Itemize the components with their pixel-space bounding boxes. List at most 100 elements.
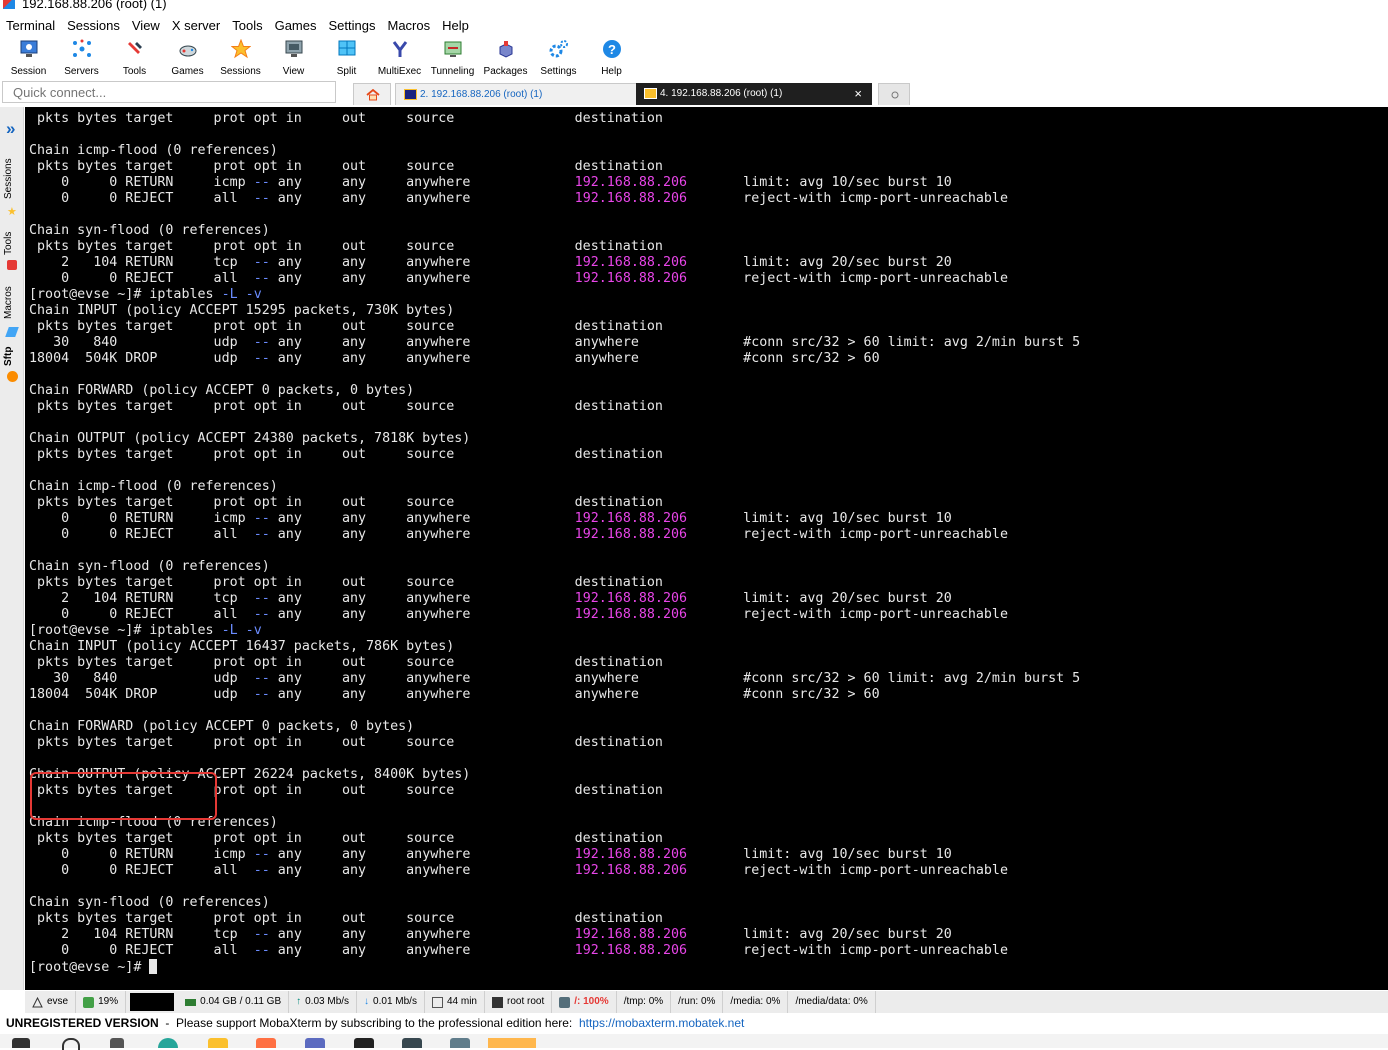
- status-upload: ↑ 0.03 Mb/s: [289, 991, 358, 1013]
- view-button[interactable]: View: [267, 37, 320, 79]
- status-uptime-text: 44 min: [446, 996, 477, 1007]
- unregistered-version-label: UNREGISTERED VERSION: [6, 1016, 159, 1030]
- menu-terminal[interactable]: Terminal: [0, 16, 61, 36]
- multiexec-button[interactable]: MultiExec: [373, 37, 426, 79]
- session-button[interactable]: Session: [2, 37, 55, 79]
- edge-browser-icon[interactable]: [158, 1038, 178, 1048]
- tab-session-4[interactable]: 4. 192.168.88.206 (root) (1) ×: [636, 83, 872, 105]
- tab-session-4-label: 4. 192.168.88.206 (root) (1): [660, 88, 783, 99]
- sidebar-tab-tools[interactable]: Tools: [3, 228, 21, 258]
- footer-separator: -: [165, 1016, 170, 1030]
- sidebar-tab-sessions-label: Sessions: [3, 158, 14, 200]
- sftp-icon: [7, 371, 18, 382]
- toolbar: Session Servers Tools Games Sessions Vie…: [0, 37, 1388, 79]
- status-disk-tmp: /tmp: 0%: [617, 991, 672, 1013]
- task-view-icon[interactable]: [110, 1038, 124, 1048]
- mobaxterm-taskbar-icon[interactable]: [488, 1038, 536, 1048]
- help-button[interactable]: ? Help: [585, 37, 638, 79]
- menu-sessions[interactable]: Sessions: [61, 16, 126, 36]
- app-icon[interactable]: [450, 1038, 470, 1048]
- settings-gear-icon: [549, 39, 569, 59]
- tab-home[interactable]: [353, 83, 391, 105]
- terminal-app-icon[interactable]: [354, 1038, 374, 1048]
- tools-icon: [7, 260, 17, 270]
- status-cpu: 19%: [76, 991, 127, 1013]
- close-tab-icon[interactable]: ×: [854, 83, 862, 105]
- tab-session-2[interactable]: 2. 192.168.88.206 (root) (1): [395, 83, 639, 105]
- status-memory: 0.04 GB / 0.11 GB: [178, 991, 290, 1013]
- sidebar-tab-macros[interactable]: Macros: [3, 283, 21, 323]
- session-button-label: Session: [10, 66, 47, 77]
- view-icon: [284, 39, 304, 59]
- tunneling-button-label: Tunneling: [430, 66, 475, 77]
- menu-bar: Terminal Sessions View X server Tools Ga…: [0, 16, 1388, 36]
- search-icon[interactable]: [62, 1038, 80, 1050]
- quick-connect-input[interactable]: [2, 81, 336, 103]
- status-disk-root-text: /: 100%: [574, 996, 609, 1007]
- server-icon: [32, 996, 43, 1007]
- svg-text:?: ?: [608, 42, 616, 57]
- macros-icon: [5, 327, 19, 337]
- status-uptime: 44 min: [425, 991, 485, 1013]
- menu-settings[interactable]: Settings: [323, 16, 382, 36]
- servers-button[interactable]: Servers: [55, 37, 108, 79]
- highlight-annotation-box: [30, 772, 217, 820]
- status-memory-text: 0.04 GB / 0.11 GB: [200, 996, 282, 1007]
- packages-button[interactable]: Packages: [479, 37, 532, 79]
- sessions-star-icon: ★: [7, 206, 17, 218]
- split-icon: [337, 39, 357, 59]
- tools-button[interactable]: Tools: [108, 37, 161, 79]
- servers-button-label: Servers: [64, 66, 99, 77]
- sidebar-tab-sftp-label: Sftp: [3, 346, 14, 366]
- status-upload-text: 0.03 Mb/s: [305, 996, 350, 1007]
- tab-bar: 2. 192.168.88.206 (root) (1) 4. 192.168.…: [340, 83, 1388, 107]
- footer-message: Please support MobaXterm by subscribing …: [176, 1016, 573, 1030]
- sidebar-tab-tools-label: Tools: [3, 231, 14, 255]
- file-explorer-icon[interactable]: [208, 1038, 228, 1048]
- settings-button-label: Settings: [540, 66, 577, 77]
- tab-session-2-label: 2. 192.168.88.206 (root) (1): [420, 89, 543, 100]
- new-tab-button[interactable]: [878, 83, 910, 105]
- help-button-label: Help: [601, 66, 622, 77]
- disk-icon: [559, 996, 571, 1008]
- split-button[interactable]: Split: [320, 37, 373, 79]
- help-icon: ?: [602, 39, 622, 59]
- menu-games[interactable]: Games: [269, 16, 323, 36]
- terminal-tab-icon: [404, 88, 417, 100]
- app-icon[interactable]: [305, 1038, 325, 1048]
- status-download-text: 0.01 Mb/s: [373, 996, 417, 1007]
- status-user-text: root root: [506, 996, 545, 1007]
- status-disk-media-data: /media/data: 0%: [788, 991, 876, 1013]
- menu-tools[interactable]: Tools: [226, 16, 268, 36]
- games-button[interactable]: Games: [161, 37, 214, 79]
- upload-arrow-icon: ↑: [296, 996, 302, 1007]
- settings-button[interactable]: Settings: [532, 37, 585, 79]
- menu-view[interactable]: View: [126, 16, 166, 36]
- download-arrow-icon: ↓: [364, 996, 370, 1007]
- sessions-button[interactable]: Sessions: [214, 37, 267, 79]
- tunneling-button[interactable]: Tunneling: [426, 37, 479, 79]
- menu-help[interactable]: Help: [436, 16, 475, 36]
- start-windows-icon[interactable]: [12, 1038, 30, 1048]
- menu-x-server[interactable]: X server: [166, 16, 226, 36]
- sidebar-tab-sessions[interactable]: Sessions: [3, 155, 21, 203]
- split-button-label: Split: [336, 66, 357, 77]
- uptime-monitor-icon: [431, 996, 443, 1008]
- footer-link[interactable]: https://mobaxterm.mobatek.net: [579, 1016, 744, 1030]
- multiexec-icon: [390, 39, 410, 59]
- app-icon[interactable]: [256, 1038, 276, 1048]
- terminal-cursor: [149, 959, 158, 974]
- home-icon: [366, 89, 380, 101]
- sidebar-collapse-icon[interactable]: »: [6, 119, 15, 139]
- sidebar-tab-sftp[interactable]: Sftp: [3, 343, 21, 369]
- servers-icon: [72, 39, 92, 59]
- games-button-label: Games: [171, 66, 204, 77]
- windows-taskbar: [0, 1034, 1388, 1050]
- status-disk-root: /: 100%: [552, 991, 617, 1013]
- app-icon[interactable]: [402, 1038, 422, 1048]
- tools-icon: [125, 39, 145, 59]
- menu-macros[interactable]: Macros: [381, 16, 436, 36]
- status-cpu-text: 19%: [98, 996, 119, 1007]
- terminal-output[interactable]: pkts bytes target prot opt in out source…: [25, 107, 1388, 990]
- packages-button-label: Packages: [483, 66, 528, 77]
